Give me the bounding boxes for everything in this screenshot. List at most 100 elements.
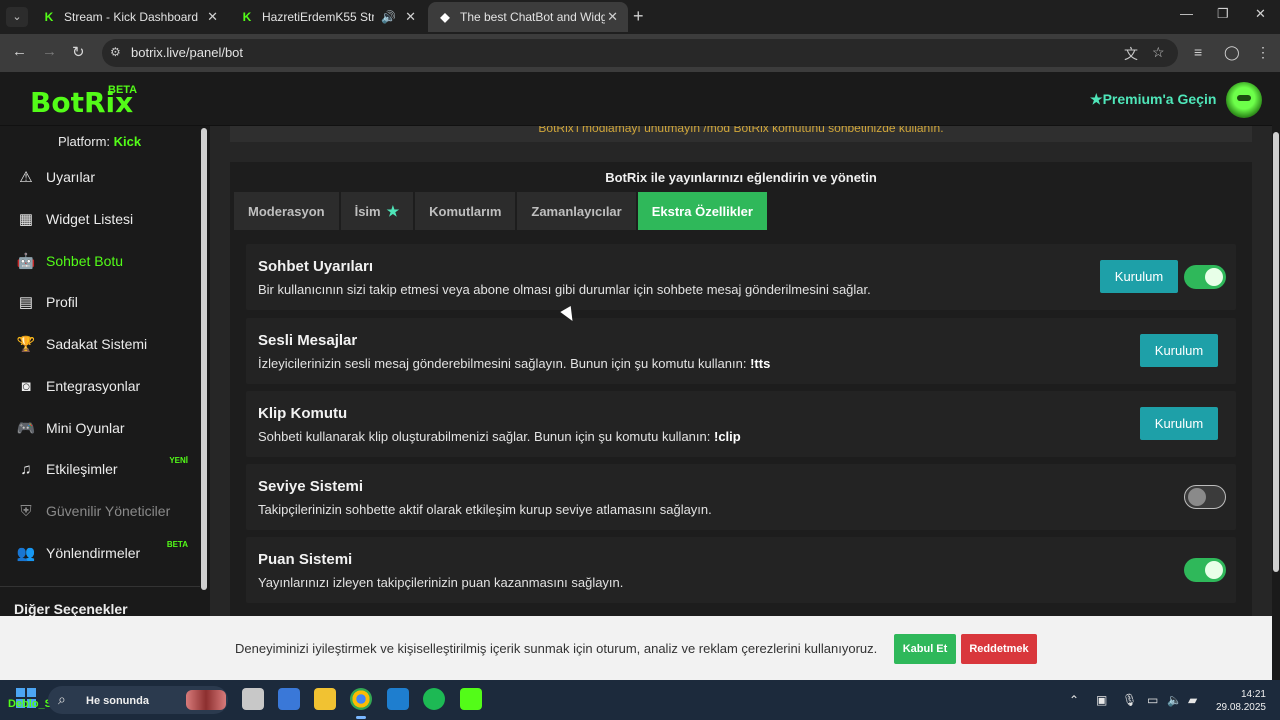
sidebar-item-label: Yönlendirmeler (46, 545, 141, 561)
warning-icon: ⚠ (19, 169, 33, 186)
level-system-toggle[interactable] (1184, 485, 1226, 509)
tab-extra-features[interactable]: Ekstra Özellikler (637, 192, 767, 230)
feature-description-text: İzleyicilerinizin sesli mesaj gönderebil… (258, 356, 747, 371)
close-icon[interactable]: ✕ (607, 9, 618, 25)
menu-icon[interactable]: ⋮ (1256, 44, 1270, 61)
site-header: BotRix BETA ★Premium'a Geçin (0, 72, 1272, 126)
sidebar-item-loyalty[interactable]: 🏆 Sadakat Sistemi (0, 325, 200, 363)
sidebar-item-label: Uyarılar (46, 169, 96, 185)
microphone-icon[interactable]: 🎙 (1122, 693, 1137, 707)
tab-search-button[interactable]: ⌄ (6, 7, 28, 27)
chrome-icon[interactable] (350, 688, 372, 719)
users-icon: 👥 (16, 545, 36, 562)
feature-description: Bir kullanıcının sizi takip etmesi veya … (258, 282, 871, 297)
close-icon[interactable]: ✕ (405, 9, 416, 25)
new-tab-button[interactable]: + (633, 6, 644, 27)
clock[interactable]: 14:21 29.08.2025 (1214, 688, 1266, 714)
sidebar-item-chatbot[interactable]: 🤖 Sohbet Botu (0, 242, 200, 280)
sidebar-item-redirects[interactable]: 👥 Yönlendirmeler BETA (0, 534, 200, 572)
browser-tab-botrix[interactable]: ◆ The best ChatBot and Widgets ✕ (428, 2, 628, 32)
premium-label: Premium'a Geçin (1102, 91, 1217, 107)
setup-button[interactable]: Kurulum (1140, 334, 1218, 367)
id-card-icon: ▤ (18, 294, 34, 311)
tab-moderation[interactable]: Moderasyon (234, 192, 339, 230)
sidebar-item-widget-list[interactable]: ▦ Widget Listesi (0, 200, 200, 238)
sidebar-scroll-thumb[interactable] (201, 128, 207, 590)
tab-name[interactable]: İsim ★ (340, 192, 414, 230)
main-content: BotRix'i modlamayı unutmayın /mod BotRix… (210, 126, 1272, 680)
points-system-toggle[interactable] (1184, 558, 1226, 582)
taskbar-search[interactable]: ⌕ He sonunda (48, 686, 228, 714)
profile-icon[interactable]: ◯ (1224, 44, 1240, 61)
setup-button[interactable]: Kurulum (1140, 407, 1218, 440)
forward-icon[interactable]: → (42, 43, 57, 60)
premium-link[interactable]: ★Premium'a Geçin (1090, 91, 1216, 108)
store-icon[interactable] (278, 688, 300, 710)
browser-tab-kick-dashboard[interactable]: K Stream - Kick Dashboard ✕ (32, 2, 228, 32)
display-icon[interactable]: ▭ (1147, 693, 1158, 707)
toggle-knob (1205, 561, 1223, 579)
bot-panel: BotRix ile yayınlarınızı eğlendirin ve y… (230, 162, 1252, 680)
setup-button[interactable]: Kurulum (1100, 260, 1178, 293)
translate-icon[interactable]: 文 (1124, 44, 1138, 64)
music-icon: ♫ (20, 460, 32, 478)
task-view-icon[interactable] (242, 688, 264, 710)
platform-label: Platform: (58, 134, 111, 149)
browser-tab-stream[interactable]: K HazretiErdemK55 Stream - 🔊 ✕ (230, 2, 426, 32)
chat-alerts-toggle[interactable] (1184, 265, 1226, 289)
reject-cookies-button[interactable]: Reddetmek (961, 634, 1037, 664)
sidebar-item-label: Profil (46, 294, 78, 310)
window-close-icon[interactable]: ✕ (1255, 6, 1266, 22)
tab-title: HazretiErdemK55 Stream - (262, 10, 374, 24)
speaker-icon[interactable]: 🔊 (381, 10, 396, 24)
tab-label: Moderasyon (248, 203, 325, 219)
beta-badge: BETA (108, 84, 138, 96)
sidebar-item-mini-games[interactable]: 🎮 Mini Oyunlar (0, 409, 200, 447)
sidebar-item-trusted-moderators[interactable]: ⛨ Güvenilir Yöneticiler (0, 492, 200, 530)
panel-tabs: Moderasyon İsim ★ Komutlarım Zamanlayıcıl… (234, 192, 767, 230)
tab-my-commands[interactable]: Komutlarım (415, 192, 516, 230)
sidebar-item-alerts[interactable]: ⚠ Uyarılar (0, 158, 200, 196)
minimize-icon[interactable]: — (1180, 6, 1193, 21)
volume-icon[interactable]: 🔈 (1167, 693, 1182, 707)
maximize-icon[interactable]: ❐ (1217, 6, 1229, 22)
feature-description: Yayınlarınızı izleyen takipçilerinizin p… (258, 575, 624, 590)
site-info-icon[interactable]: ⚙ (110, 45, 121, 59)
kick-app-icon[interactable] (460, 688, 482, 710)
tab-timers[interactable]: Zamanlayıcılar (517, 192, 636, 230)
tab-label: İsim (354, 203, 381, 219)
clock-time: 14:21 (1240, 689, 1266, 700)
avatar[interactable] (1226, 82, 1262, 118)
feature-title: Sohbet Uyarıları (258, 258, 374, 275)
url-field[interactable]: ⚙ botrix.live/panel/bot 文 ☆ (102, 39, 1178, 67)
tab-label: Komutlarım (429, 203, 502, 219)
sidebar-item-profile[interactable]: ▤ Profil (0, 283, 200, 321)
accept-cookies-button[interactable]: Kabul Et (894, 634, 956, 664)
feature-level-system: Seviye Sistemi Takipçilerinizin sohbette… (246, 464, 1236, 530)
feature-description: İzleyicilerinizin sesli mesaj gönderebil… (258, 356, 770, 371)
search-highlight-image (186, 690, 226, 710)
bookmark-star-icon[interactable]: ☆ (1152, 44, 1165, 61)
battery-icon[interactable]: ▰ (1188, 693, 1197, 707)
media-controls-icon[interactable]: ≡ (1194, 44, 1202, 60)
reload-icon[interactable]: ↻ (72, 43, 85, 61)
feature-description: Sohbeti kullanarak klip oluşturabilmeniz… (258, 429, 741, 444)
mod-notice: BotRix'i modlamayı unutmayın /mod BotRix… (230, 126, 1252, 142)
botrix-icon: ◆ (440, 10, 450, 24)
cookie-banner: Deneyiminizi iyileştirmek ve kişiselleşt… (0, 616, 1272, 680)
page-scroll-thumb[interactable] (1273, 132, 1279, 572)
sidebar-item-integrations[interactable]: ◙ Entegrasyonlar (0, 367, 200, 405)
spotify-icon[interactable] (423, 688, 445, 710)
tab-title: Stream - Kick Dashboard (64, 10, 199, 24)
feature-title: Sesli Mesajlar (258, 332, 358, 349)
tray-chevron-icon[interactable]: ⌃ (1069, 693, 1079, 707)
sidebar-item-interactions[interactable]: ♫ Etkileşimler YENİ (0, 450, 200, 488)
sidebar-item-label: Etkileşimler (46, 461, 118, 477)
close-icon[interactable]: ✕ (207, 9, 218, 25)
back-icon[interactable]: ← (12, 43, 27, 60)
sidebar-item-label: Mini Oyunlar (46, 420, 125, 436)
file-explorer-icon[interactable] (314, 688, 336, 710)
photos-icon[interactable] (387, 688, 409, 710)
feature-title: Seviye Sistemi (258, 478, 364, 495)
tray-app-icon[interactable]: ▣ (1096, 693, 1107, 707)
